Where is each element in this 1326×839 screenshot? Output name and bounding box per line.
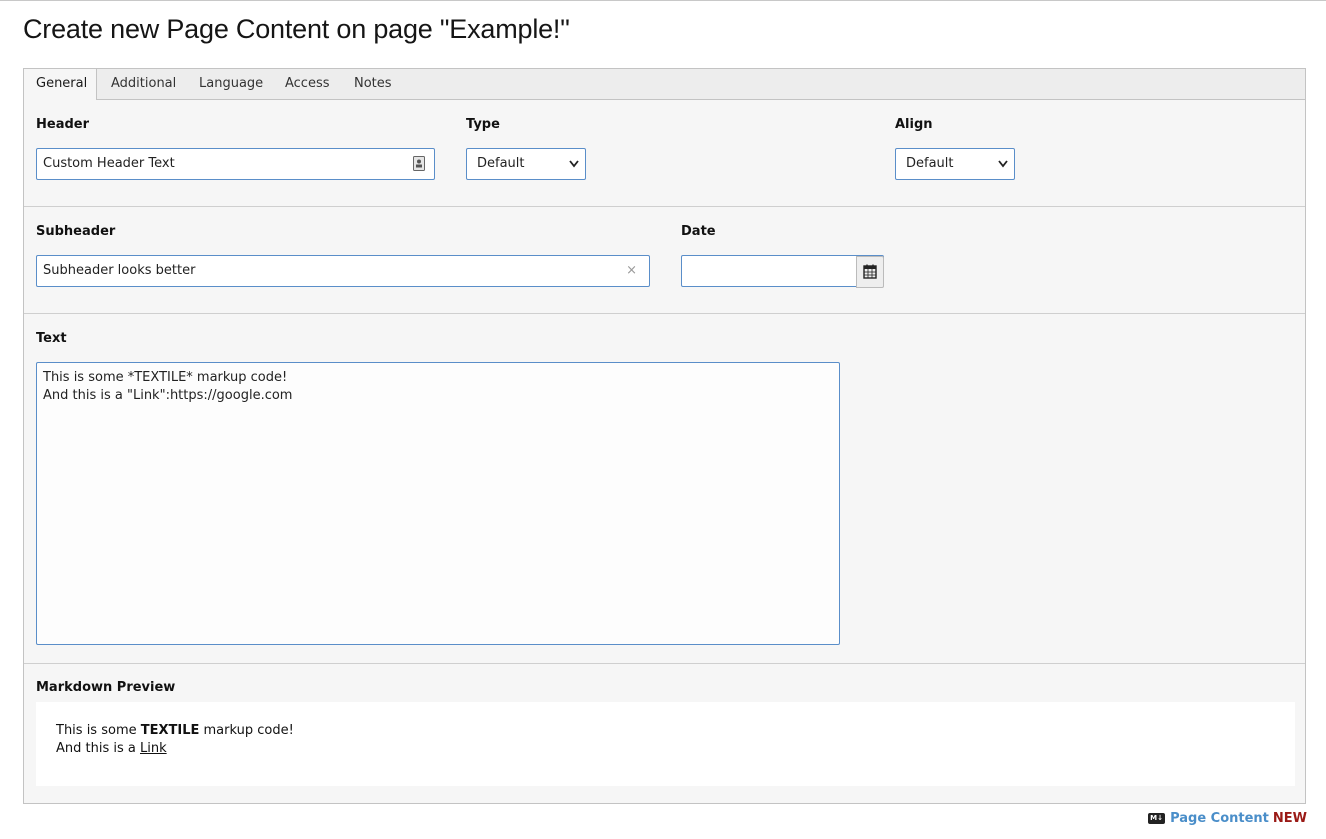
section-header-row: Header Custom Header Text Type Default A…: [24, 100, 1305, 207]
preview-link[interactable]: Link: [140, 741, 167, 756]
header-value: Custom Header Text: [43, 156, 175, 171]
type-select[interactable]: Default: [466, 148, 586, 180]
align-select[interactable]: Default: [895, 148, 1015, 180]
tab-general[interactable]: General: [24, 69, 97, 100]
calendar-icon: [863, 264, 877, 279]
preview-text: This is some: [56, 723, 141, 738]
subheader-input[interactable]: Subheader looks better ×: [36, 255, 650, 287]
markdown-icon: M↓: [1148, 813, 1166, 824]
preview-label: Markdown Preview: [36, 680, 176, 695]
markdown-preview: This is some TEXTILE markup code! And th…: [36, 702, 1295, 786]
preview-text: markup code!: [199, 723, 294, 738]
preview-bold-text: TEXTILE: [140, 723, 200, 738]
record-type[interactable]: Page Content: [1170, 811, 1269, 826]
tab-language[interactable]: Language: [187, 69, 275, 100]
type-label: Type: [466, 117, 500, 132]
tab-notes[interactable]: Notes: [342, 69, 404, 100]
type-value: Default: [477, 156, 525, 171]
align-value: Default: [906, 156, 954, 171]
top-divider: [0, 0, 1326, 1]
section-preview: Markdown Preview This is some TEXTILE ma…: [24, 664, 1305, 803]
date-input[interactable]: [681, 255, 884, 288]
preview-line: And this is a Link: [56, 740, 1275, 758]
contact-card-icon[interactable]: [413, 156, 425, 171]
date-label: Date: [681, 224, 716, 239]
clear-icon[interactable]: ×: [626, 256, 637, 286]
subheader-value: Subheader looks better: [43, 263, 196, 278]
preview-line: This is some TEXTILE markup code!: [56, 722, 1275, 740]
tab-bar: General Additional Language Access Notes: [24, 69, 1305, 100]
tab-additional[interactable]: Additional: [99, 69, 188, 100]
record-footer: M↓ Page Content NEW: [1148, 811, 1307, 826]
text-label: Text: [36, 331, 67, 346]
text-line: And this is a "Link":https://google.com: [43, 388, 293, 403]
preview-text: And this is a: [56, 741, 140, 756]
align-label: Align: [895, 117, 933, 132]
chevron-down-icon: [569, 149, 579, 191]
header-input[interactable]: Custom Header Text: [36, 148, 435, 180]
chevron-down-icon: [998, 149, 1008, 191]
page-title: Create new Page Content on page "Example…: [23, 14, 570, 44]
text-textarea[interactable]: This is some *TEXTILE* markup code! And …: [36, 362, 840, 645]
section-text: Text This is some *TEXTILE* markup code!…: [24, 314, 1305, 664]
date-picker-button[interactable]: [856, 256, 884, 288]
tab-access[interactable]: Access: [273, 69, 342, 100]
form-panel: General Additional Language Access Notes…: [23, 68, 1306, 804]
section-subheader-row: Subheader Subheader looks better × Date: [24, 207, 1305, 314]
header-label: Header: [36, 117, 90, 132]
subheader-label: Subheader: [36, 224, 116, 239]
record-status: NEW: [1272, 811, 1307, 826]
text-line: This is some *TEXTILE* markup code!: [43, 370, 288, 385]
